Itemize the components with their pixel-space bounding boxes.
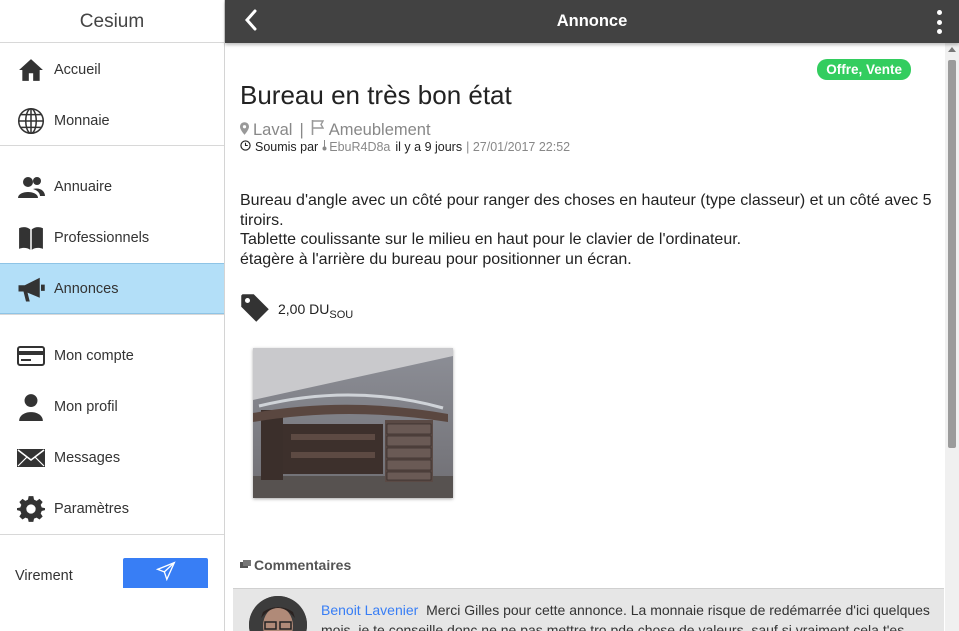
ad-detail: Offre, Vente Bureau en très bon état Lav… bbox=[225, 43, 959, 631]
author-pubkey[interactable]: EbuR4D8a bbox=[329, 140, 390, 154]
sidebar-item-label: Monnaie bbox=[54, 112, 110, 129]
sidebar-item-accueil[interactable]: Accueil bbox=[0, 44, 224, 95]
sidebar-item-professionnels[interactable]: Professionnels bbox=[0, 212, 224, 263]
sidebar-divider bbox=[0, 534, 224, 535]
person-icon bbox=[16, 392, 46, 422]
avatar[interactable] bbox=[249, 596, 307, 631]
price-value: 2,00 DUSOU bbox=[278, 300, 354, 321]
sidebar-item-label: Paramètres bbox=[54, 500, 129, 517]
sidebar-item-mon-profil[interactable]: Mon profil bbox=[0, 381, 224, 432]
page-title: Annonce bbox=[556, 12, 628, 30]
sidebar-item-label: Professionnels bbox=[54, 229, 150, 246]
ad-submission-info: Soumis par EbuR4D8a il y a 9 jours | 27/… bbox=[240, 140, 570, 154]
ad-photo[interactable] bbox=[253, 348, 453, 498]
scroll-up-arrow-icon[interactable] bbox=[948, 47, 956, 52]
gear-icon bbox=[16, 494, 46, 524]
book-icon bbox=[16, 223, 46, 253]
description-line: Bureau d'angle avec un côté pour ranger … bbox=[240, 192, 932, 229]
card-icon bbox=[16, 341, 46, 371]
location-pin-icon bbox=[240, 121, 249, 140]
clock-icon bbox=[240, 140, 251, 154]
ad-type-badge: Offre, Vente bbox=[817, 59, 911, 80]
comment-item: Benoit Lavenier Merci Gilles pour cette … bbox=[233, 588, 944, 631]
ad-location[interactable]: Laval bbox=[253, 121, 292, 140]
scrollbar[interactable] bbox=[945, 43, 959, 631]
flag-icon bbox=[311, 120, 324, 140]
sidebar-divider bbox=[0, 145, 224, 146]
sidebar-item-parametres[interactable]: Paramètres bbox=[0, 483, 224, 534]
sidebar-item-mon-compte[interactable]: Mon compte bbox=[0, 330, 224, 381]
sidebar-item-label: Annuaire bbox=[54, 178, 113, 195]
virement-label: Virement bbox=[15, 568, 73, 584]
price-unit: SOU bbox=[329, 308, 354, 321]
megaphone-icon bbox=[16, 274, 46, 304]
users-icon bbox=[16, 172, 46, 202]
sidebar-item-label: Messages bbox=[54, 449, 121, 466]
scrollbar-thumb[interactable] bbox=[948, 60, 956, 448]
ad-category[interactable]: Ameublement bbox=[329, 121, 431, 140]
top-bar: Annonce bbox=[225, 0, 959, 43]
comments-icon bbox=[240, 557, 251, 573]
key-icon bbox=[322, 140, 327, 154]
sidebar-item-label: Mon compte bbox=[54, 347, 134, 364]
send-icon bbox=[155, 560, 176, 586]
sidebar-item-label: Annonces bbox=[54, 280, 119, 297]
sidebar-item-annuaire[interactable]: Annuaire bbox=[0, 161, 224, 212]
price-tag-icon bbox=[240, 293, 270, 328]
comment-author[interactable]: Benoit Lavenier bbox=[321, 602, 418, 618]
ad-date: | 27/01/2017 22:52 bbox=[466, 140, 571, 154]
globe-icon bbox=[16, 106, 46, 136]
sidebar: Cesium Accueil Monnaie Annuaire Professi… bbox=[0, 0, 225, 631]
sidebar-item-messages[interactable]: Messages bbox=[0, 432, 224, 483]
virement-button[interactable] bbox=[123, 558, 208, 588]
sidebar-item-label: Accueil bbox=[54, 61, 101, 78]
sidebar-item-annonces[interactable]: Annonces bbox=[0, 263, 224, 314]
sidebar-item-monnaie[interactable]: Monnaie bbox=[0, 95, 224, 146]
description-line: étagère à l'arrière du bureau pour posit… bbox=[240, 250, 632, 268]
meta-separator: | bbox=[299, 120, 304, 139]
comments-heading: Commentaires bbox=[240, 557, 351, 573]
sidebar-item-label: Mon profil bbox=[54, 398, 118, 415]
ad-age: il y a 9 jours bbox=[395, 140, 463, 154]
description-line: Tablette coulissante sur le milieu en ha… bbox=[240, 231, 742, 248]
submitted-by-label: Soumis par bbox=[255, 140, 319, 154]
more-dots-icon bbox=[936, 10, 942, 15]
ad-title: Bureau en très bon état bbox=[240, 80, 512, 110]
home-icon bbox=[16, 55, 46, 85]
app-brand: Cesium bbox=[0, 0, 224, 43]
sidebar-divider bbox=[0, 314, 224, 315]
virement-row: Virement bbox=[0, 550, 224, 610]
ad-description: Bureau d'angle avec un côté pour ranger … bbox=[240, 191, 940, 269]
mail-icon bbox=[16, 443, 46, 473]
ad-price: 2,00 DUSOU bbox=[240, 293, 353, 328]
ad-meta: Laval | Ameublement bbox=[240, 120, 431, 140]
more-options-button[interactable] bbox=[933, 10, 945, 34]
comment-text: Benoit Lavenier Merci Gilles pour cette … bbox=[321, 600, 931, 631]
